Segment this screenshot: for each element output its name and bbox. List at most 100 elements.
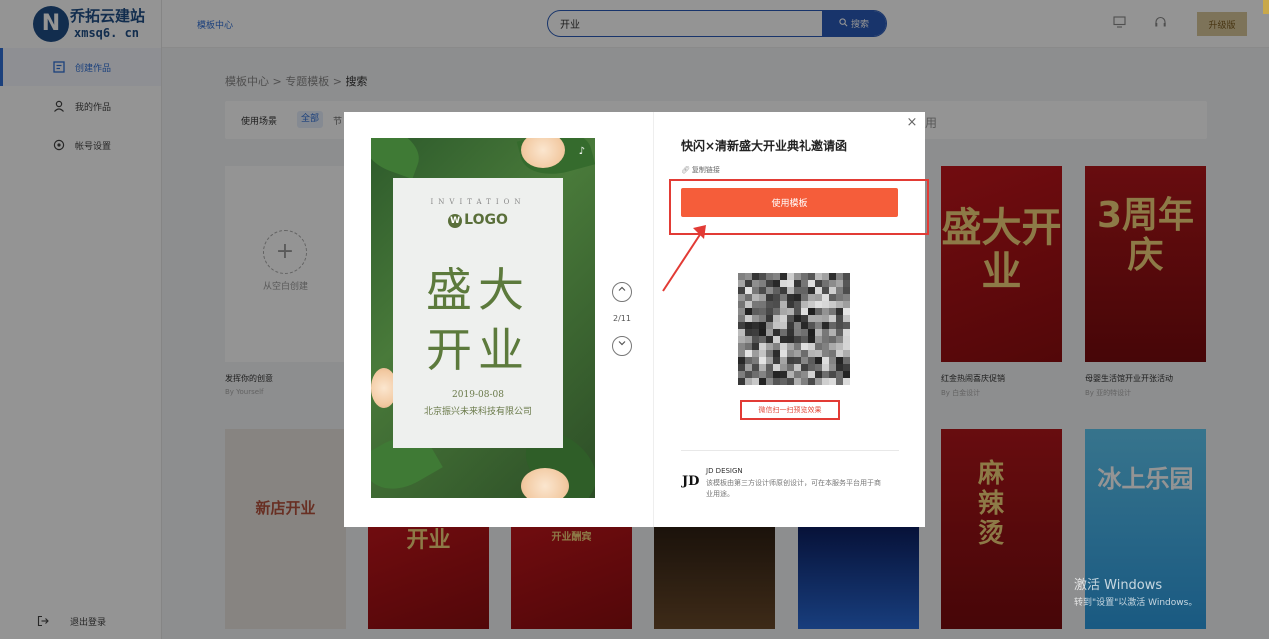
- qr-cell: [780, 273, 787, 280]
- qr-cell: [815, 294, 822, 301]
- qr-cell: [829, 329, 836, 336]
- qr-cell: [766, 329, 773, 336]
- qr-cell: [822, 378, 829, 385]
- qr-cell: [801, 343, 808, 350]
- qr-cell: [787, 336, 794, 343]
- qr-cell: [773, 343, 780, 350]
- qr-cell: [794, 329, 801, 336]
- qr-cell: [780, 308, 787, 315]
- qr-code: [723, 259, 863, 397]
- tiktok-icon: ♪: [578, 146, 585, 157]
- qr-cell: [766, 350, 773, 357]
- qr-cell: [843, 364, 850, 371]
- qr-cell: [829, 322, 836, 329]
- qr-cell: [815, 350, 822, 357]
- qr-cell: [836, 322, 843, 329]
- close-icon[interactable]: ×: [906, 116, 918, 129]
- qr-cell: [773, 315, 780, 322]
- qr-cell: [759, 294, 766, 301]
- qr-cell: [794, 378, 801, 385]
- qr-cell: [745, 322, 752, 329]
- qr-cell: [766, 343, 773, 350]
- qr-cell: [843, 294, 850, 301]
- page-counter: 2/11: [613, 314, 631, 323]
- qr-cell: [822, 322, 829, 329]
- qr-cell: [787, 357, 794, 364]
- qr-cell: [752, 273, 759, 280]
- qr-cell: [815, 301, 822, 308]
- qr-cell: [759, 350, 766, 357]
- qr-cell: [836, 301, 843, 308]
- qr-cell: [752, 308, 759, 315]
- poster-logo: W LOGO: [393, 212, 563, 228]
- qr-cell: [766, 301, 773, 308]
- qr-cell: [780, 280, 787, 287]
- qr-cell: [773, 350, 780, 357]
- qr-cell: [794, 273, 801, 280]
- qr-cell: [738, 280, 745, 287]
- qr-cell: [759, 364, 766, 371]
- qr-cell: [815, 322, 822, 329]
- qr-cell: [836, 378, 843, 385]
- qr-cell: [822, 357, 829, 364]
- qr-cell: [836, 294, 843, 301]
- qr-cell: [822, 273, 829, 280]
- qr-cell: [808, 336, 815, 343]
- qr-cell: [801, 378, 808, 385]
- qr-cell: [829, 350, 836, 357]
- qr-cell: [829, 364, 836, 371]
- qr-cell: [794, 315, 801, 322]
- qr-cell: [780, 343, 787, 350]
- qr-cell: [836, 287, 843, 294]
- qr-cell: [766, 371, 773, 378]
- poster-headline-1: 盛大: [426, 263, 530, 317]
- qr-cell: [815, 308, 822, 315]
- qr-cell: [808, 308, 815, 315]
- divider: [681, 450, 899, 451]
- qr-cell: [752, 315, 759, 322]
- qr-cell: [759, 301, 766, 308]
- qr-cell: [829, 378, 836, 385]
- qr-cell: [801, 357, 808, 364]
- qr-cell: [787, 280, 794, 287]
- qr-cell: [836, 329, 843, 336]
- qr-cell: [766, 280, 773, 287]
- qr-cell: [787, 364, 794, 371]
- qr-cell: [752, 350, 759, 357]
- qr-cell: [829, 315, 836, 322]
- qr-cell: [829, 343, 836, 350]
- qr-cell: [766, 378, 773, 385]
- qr-cell: [773, 378, 780, 385]
- qr-cell: [787, 273, 794, 280]
- qr-cell: [801, 308, 808, 315]
- qr-cell: [801, 273, 808, 280]
- qr-cell: [843, 315, 850, 322]
- qr-cell: [822, 364, 829, 371]
- qr-cell: [759, 315, 766, 322]
- qr-cell: [801, 336, 808, 343]
- previous-page-button[interactable]: [612, 282, 632, 302]
- use-template-button[interactable]: 使用模板: [681, 188, 898, 217]
- qr-cell: [766, 308, 773, 315]
- next-page-button[interactable]: [612, 336, 632, 356]
- qr-cell: [787, 329, 794, 336]
- qr-cell: [745, 280, 752, 287]
- copy-link-button[interactable]: 🔗︎ 复制链接: [681, 165, 720, 175]
- qr-cell: [801, 350, 808, 357]
- qr-cell: [808, 280, 815, 287]
- qr-cell: [738, 350, 745, 357]
- qr-cell: [759, 308, 766, 315]
- qr-cell: [808, 343, 815, 350]
- qr-cell: [780, 294, 787, 301]
- qr-cell: [843, 357, 850, 364]
- qr-cell: [787, 350, 794, 357]
- poster-company: 北京振兴未来科技有限公司: [423, 407, 532, 417]
- qr-cell: [759, 343, 766, 350]
- qr-cell: [836, 371, 843, 378]
- qr-cell: [766, 315, 773, 322]
- qr-cell: [787, 343, 794, 350]
- qr-cell: [808, 350, 815, 357]
- qr-cell: [801, 329, 808, 336]
- qr-cell: [808, 273, 815, 280]
- qr-cell: [801, 315, 808, 322]
